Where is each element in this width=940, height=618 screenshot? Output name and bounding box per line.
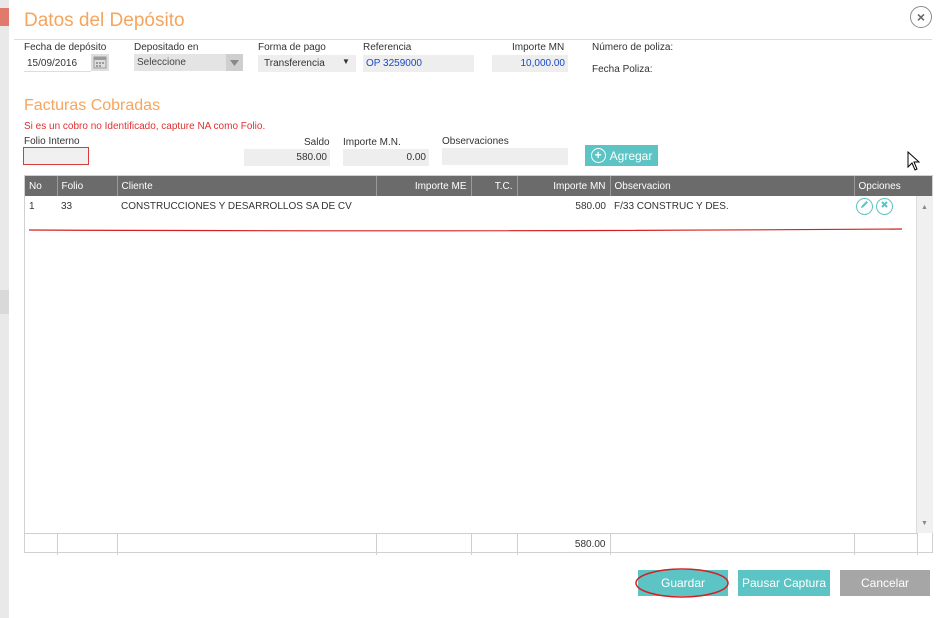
- pausar-label: Pausar Captura: [741, 576, 827, 590]
- cell-folio: 33: [61, 201, 73, 212]
- agregar-button[interactable]: + Agregar: [585, 145, 658, 166]
- dialog-title: Datos del Depósito: [24, 10, 185, 31]
- importe-mn-label: Importe MN: [512, 42, 565, 53]
- table-header-row: No Folio Cliente Importe ME T.C. Importe…: [25, 176, 918, 196]
- row-annotation-underline: [28, 219, 903, 232]
- col-observacion[interactable]: Observacion: [610, 176, 855, 196]
- fecha-deposito-input[interactable]: 15/09/2016: [24, 55, 91, 72]
- col-folio[interactable]: Folio: [57, 176, 118, 196]
- cell-importe-me: [376, 196, 471, 217]
- footer-cell: [25, 533, 58, 555]
- table-footer: 580.00: [25, 533, 918, 555]
- background-page-strip: [0, 0, 9, 618]
- section-title: Facturas Cobradas: [24, 97, 161, 114]
- folio-interno-label: Folio Interno: [24, 136, 80, 147]
- forma-pago-label: Forma de pago: [258, 42, 326, 53]
- referencia-label: Referencia: [363, 42, 412, 53]
- col-importe-mn[interactable]: Importe MN: [517, 176, 611, 196]
- cell-cliente: CONSTRUCCIONES Y DESARROLLOS SA DE CV: [121, 201, 352, 212]
- table-row[interactable]: 1 33 CONSTRUCCIONES Y DESARROLLOS SA DE …: [25, 196, 917, 217]
- col-importe-me[interactable]: Importe ME: [376, 176, 472, 196]
- footer-cell: [57, 533, 118, 555]
- footer-cell: [471, 533, 518, 555]
- referencia-input[interactable]: OP 3259000: [363, 55, 474, 72]
- cancelar-label: Cancelar: [860, 576, 910, 590]
- fecha-deposito-label: Fecha de depósito: [24, 42, 107, 53]
- close-icon[interactable]: ×: [910, 6, 932, 28]
- mouse-cursor-icon: [907, 150, 921, 176]
- depositado-label: Depositado en: [134, 42, 199, 53]
- cancelar-button[interactable]: Cancelar: [840, 570, 930, 596]
- plus-circle-icon: +: [590, 148, 606, 163]
- importe-mn-input[interactable]: 0.00: [343, 149, 429, 166]
- numero-poliza-label: Número de poliza:: [592, 42, 674, 53]
- edit-icon[interactable]: [856, 198, 873, 215]
- folio-interno-input[interactable]: [23, 147, 89, 165]
- header-filler: [916, 176, 932, 196]
- observaciones-input[interactable]: [442, 148, 568, 165]
- observaciones-label: Observaciones: [442, 136, 509, 147]
- footer-total: 580.00: [517, 533, 611, 555]
- saldo-input: 580.00: [244, 149, 330, 166]
- cell-tc: [471, 196, 517, 217]
- footer-row: 580.00: [25, 533, 918, 555]
- chevron-down-icon: ▼: [342, 57, 350, 66]
- importe-mn-label: Importe M.N.: [343, 137, 401, 148]
- guardar-button[interactable]: Guardar: [638, 570, 728, 596]
- divider: [14, 39, 932, 40]
- background-accent: [0, 290, 9, 314]
- col-cliente[interactable]: Cliente: [117, 176, 377, 196]
- footer-cell: [117, 533, 377, 555]
- guardar-label: Guardar: [660, 576, 706, 590]
- fecha-poliza-label: Fecha Poliza:: [592, 64, 653, 75]
- col-no[interactable]: No: [25, 176, 58, 196]
- footer-cell: [610, 533, 855, 555]
- col-opciones: Opciones: [854, 176, 918, 196]
- invoices-table: No Folio Cliente Importe ME T.C. Importe…: [25, 176, 918, 217]
- footer-cell: [854, 533, 918, 555]
- footer-cell: [376, 533, 472, 555]
- col-tc[interactable]: T.C.: [471, 176, 518, 196]
- scroll-up-icon[interactable]: ▲: [921, 204, 928, 211]
- agregar-label: Agregar: [609, 148, 653, 163]
- scroll-down-icon[interactable]: ▼: [921, 520, 928, 527]
- cell-no: 1: [29, 201, 35, 212]
- cell-importe-mn: 580.00: [575, 201, 606, 212]
- importe-mn-input[interactable]: 10,000.00: [492, 55, 568, 72]
- delete-icon[interactable]: [875, 198, 893, 215]
- invoices-grid: No Folio Cliente Importe ME T.C. Importe…: [24, 175, 933, 555]
- chevron-down-icon[interactable]: [226, 54, 243, 71]
- background-accent: [0, 8, 9, 26]
- saldo-label: Saldo: [304, 137, 330, 148]
- calendar-icon[interactable]: [91, 54, 109, 71]
- pausar-captura-button[interactable]: Pausar Captura: [738, 570, 830, 596]
- cell-opciones: [854, 196, 917, 217]
- grid-scrollbar[interactable]: ▲ ▼: [916, 196, 933, 533]
- cell-observacion: F/33 CONSTRUC Y DES.: [614, 201, 729, 212]
- warning-text: Si es un cobro no Identificado, capture …: [24, 121, 266, 132]
